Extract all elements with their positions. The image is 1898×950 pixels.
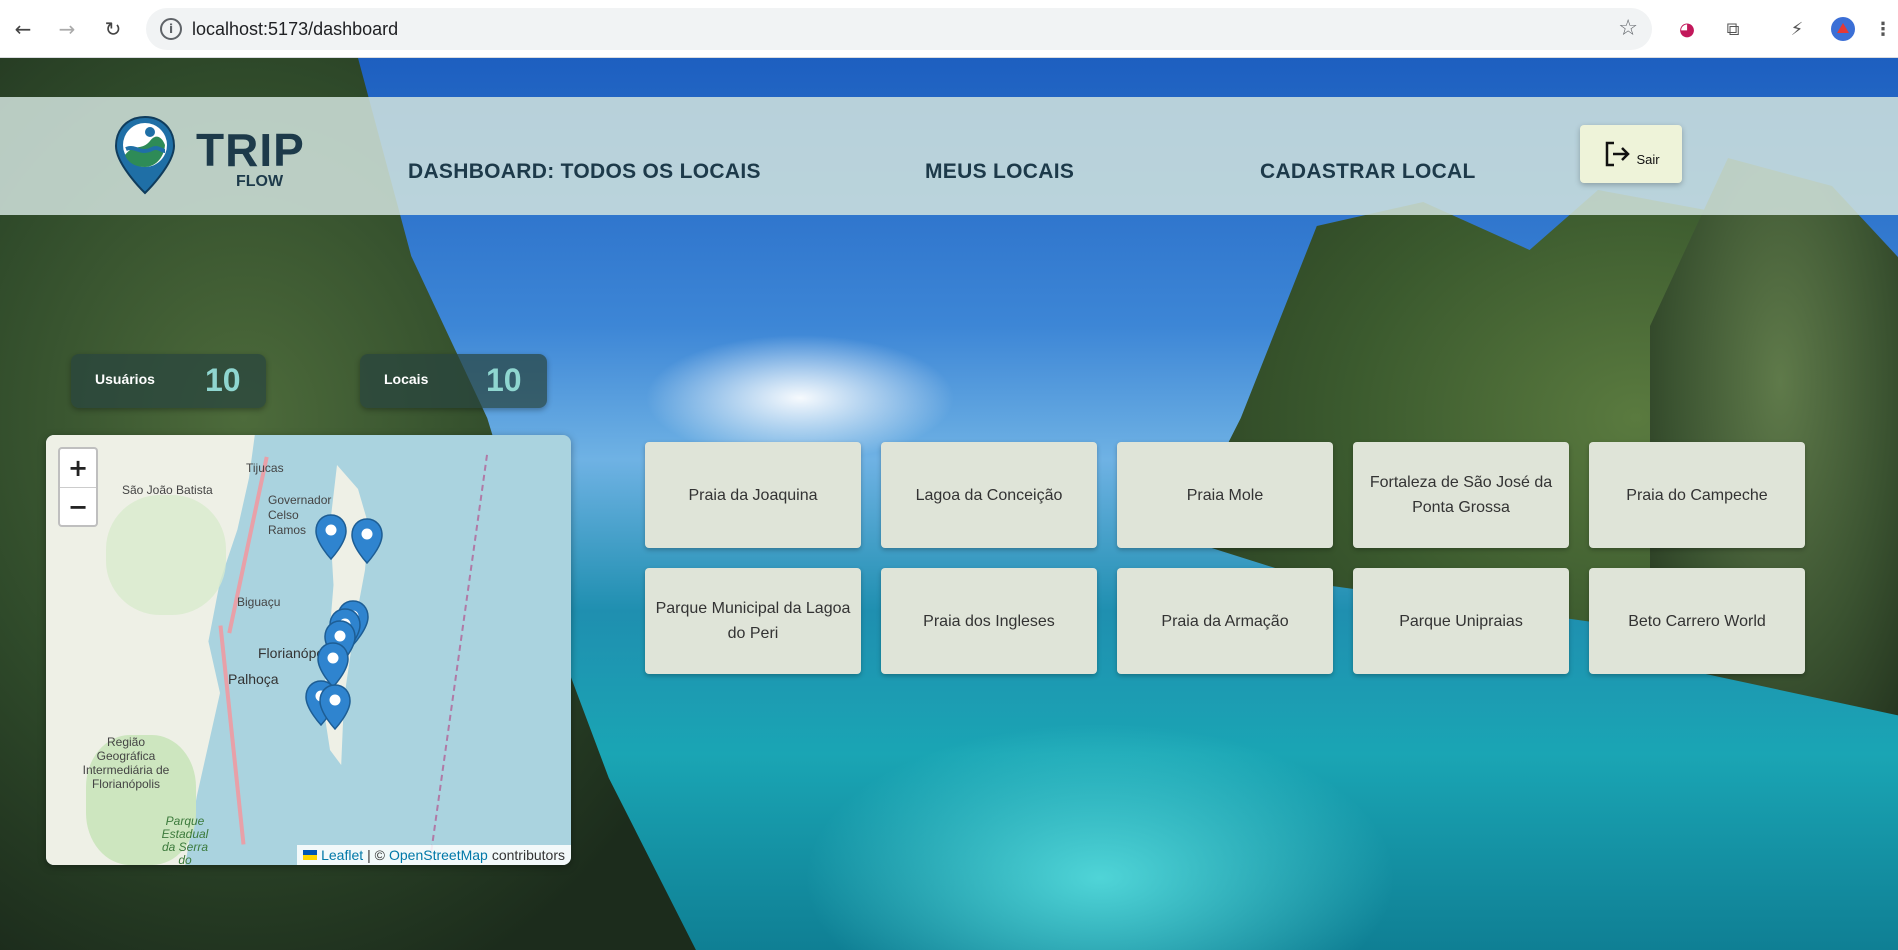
place-card[interactable]: Parque Unipraias xyxy=(1353,568,1569,674)
map-attribution: Leaflet | © OpenStreetMap contributors xyxy=(297,845,571,865)
url-text[interactable]: localhost:5173/dashboard xyxy=(192,19,398,40)
map-marker-icon[interactable] xyxy=(314,513,348,561)
map-zoom-control: + − xyxy=(58,447,98,527)
place-card[interactable]: Fortaleza de São José da Ponta Grossa xyxy=(1353,442,1569,548)
map-town-label: Tijucas xyxy=(246,461,284,475)
openstreetmap-link[interactable]: OpenStreetMap xyxy=(389,847,488,863)
logout-icon xyxy=(1606,141,1631,167)
nav-register-place-link[interactable]: CADASTRAR LOCAL xyxy=(1260,160,1476,184)
place-card[interactable]: Praia da Armação xyxy=(1117,568,1333,674)
nav-dashboard-link[interactable]: DASHBOARD: TODOS OS LOCAIS xyxy=(408,160,761,184)
extensions-puzzle-icon[interactable]: ⧉ xyxy=(1720,16,1746,42)
stat-places-card: Locais 10 xyxy=(360,354,547,408)
logo-subtitle: FLOW xyxy=(236,173,284,190)
place-card[interactable]: Parque Municipal da Lagoa do Peri xyxy=(645,568,861,674)
places-map[interactable]: Tijucas São João Batista Governador Cels… xyxy=(46,435,571,865)
browser-toolbar: ← → ↻ i localhost:5173/dashboard ☆ ◕ ⧉ ⚡… xyxy=(0,0,1898,58)
map-green-area xyxy=(106,495,226,615)
place-card[interactable]: Lagoa da Conceição xyxy=(881,442,1097,548)
map-marker-icon[interactable] xyxy=(350,517,384,565)
logout-button[interactable]: Sair xyxy=(1580,125,1682,183)
zoom-in-button[interactable]: + xyxy=(60,449,96,487)
leaflet-link[interactable]: Leaflet xyxy=(321,847,363,863)
logout-label: Sair xyxy=(1636,151,1660,167)
extension-icon[interactable]: ◕ xyxy=(1674,16,1700,42)
site-info-icon[interactable]: i xyxy=(160,18,182,40)
place-card[interactable]: Praia do Campeche xyxy=(1589,442,1805,548)
logo-title: TRIP xyxy=(196,124,305,176)
stat-users-label: Usuários xyxy=(95,371,155,387)
map-town-label: São João Batista xyxy=(122,483,213,497)
place-card[interactable]: Beto Carrero World xyxy=(1589,568,1805,674)
stat-users-value: 10 xyxy=(205,362,241,398)
place-card[interactable]: Praia da Joaquina xyxy=(645,442,861,548)
stat-places-label: Locais xyxy=(384,371,429,387)
performance-icon[interactable]: ⚡ xyxy=(1784,16,1810,42)
place-card[interactable]: Praia Mole xyxy=(1117,442,1333,548)
reload-icon[interactable]: ↻ xyxy=(98,14,128,44)
back-arrow-icon[interactable]: ← xyxy=(8,14,38,44)
more-menu-icon[interactable]: ⋮ xyxy=(1870,16,1896,42)
stat-places-value: 10 xyxy=(486,362,522,398)
zoom-out-button[interactable]: − xyxy=(60,487,96,525)
map-marker-icon[interactable] xyxy=(318,683,352,731)
dashboard-page: TRIP FLOW DASHBOARD: TODOS OS LOCAIS MEU… xyxy=(0,58,1898,950)
ukraine-flag-icon xyxy=(303,850,318,860)
map-park-label: Parque Estadual da Serra do Tabuleiro xyxy=(161,814,209,866)
stat-users-card: Usuários 10 xyxy=(71,354,266,408)
map-town-label: Região Geográfica Intermediária de Flori… xyxy=(82,735,170,791)
nav-my-places-link[interactable]: MEUS LOCAIS xyxy=(925,160,1074,184)
logo-pin-icon xyxy=(114,115,176,195)
place-card[interactable]: Praia dos Ingleses xyxy=(881,568,1097,674)
forward-arrow-icon[interactable]: → xyxy=(52,14,82,44)
bookmark-star-icon[interactable]: ☆ xyxy=(1618,16,1638,41)
attribution-separator: | © xyxy=(367,847,385,863)
attribution-contributors: contributors xyxy=(491,847,565,863)
map-town-label: Biguaçu xyxy=(237,595,281,609)
app-header: TRIP FLOW DASHBOARD: TODOS OS LOCAIS MEU… xyxy=(0,97,1898,215)
address-bar[interactable]: i localhost:5173/dashboard ☆ xyxy=(146,8,1652,50)
map-shipping-route xyxy=(428,454,490,862)
profile-avatar-icon[interactable] xyxy=(1830,16,1856,42)
map-town-label: Palhoça xyxy=(228,671,279,687)
map-road xyxy=(218,625,246,845)
